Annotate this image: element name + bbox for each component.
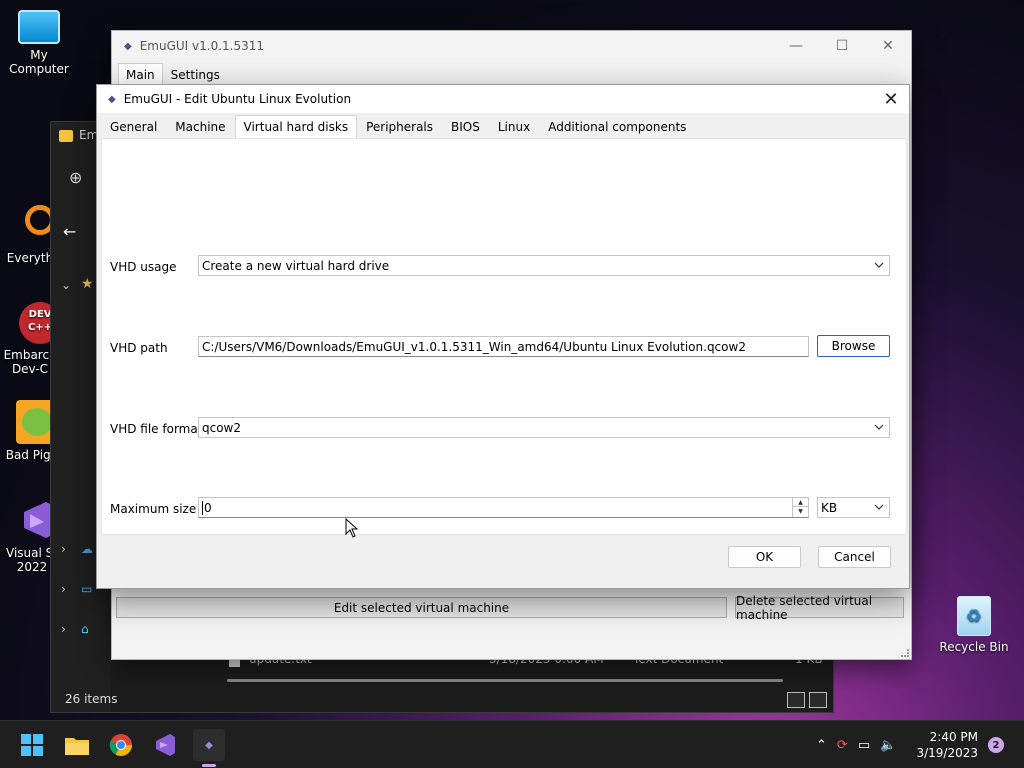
tab-virtual-hard-disks[interactable]: Virtual hard disks (234, 115, 358, 139)
dialog-tabs: General Machine Virtual hard disks Perip… (101, 115, 695, 139)
view-toggle (787, 692, 827, 708)
details-view-button[interactable] (787, 692, 805, 708)
vhd-format-value: qcow2 (202, 420, 242, 435)
main-window-title: EmuGUI v1.0.1.5311 (139, 39, 265, 53)
chevron-up-icon[interactable]: ⌃ (816, 738, 827, 753)
vhd-format-select[interactable]: qcow2 (198, 417, 890, 438)
computer-icon: ▭ (81, 582, 93, 596)
app-icon: ◆ (108, 93, 116, 105)
maximize-icon[interactable]: ☐ (819, 31, 865, 61)
edit-vm-dialog[interactable]: ◆ EmuGUI - Edit Ubuntu Linux Evolution ✕… (96, 84, 910, 589)
emugui-taskbar-icon[interactable]: ◆ (193, 729, 225, 761)
system-tray: ⌃ ⟳ ▭ 🔈 (816, 721, 896, 768)
max-size-label: Maximum size (110, 502, 197, 516)
app-icon: ◆ (124, 40, 132, 52)
chevron-right-icon[interactable]: › (61, 542, 66, 556)
active-app-indicator (202, 764, 216, 767)
spin-up-icon[interactable]: ▲ (793, 498, 808, 507)
desktop-icon-label: My Computer (9, 48, 69, 76)
notification-badge[interactable]: 2 (988, 737, 1004, 753)
desktop-icon-recycle-bin[interactable]: ♻ Recycle Bin (936, 596, 1012, 654)
monitor-icon (18, 10, 60, 44)
chevron-down-icon (874, 424, 884, 430)
folder-icon (59, 130, 73, 142)
update-icon[interactable]: ⟳ (837, 738, 848, 753)
desktop-icon-my-computer[interactable]: My Computer (1, 10, 77, 76)
new-tab-icon[interactable]: ⊕ (69, 168, 82, 187)
clock-time: 2:40 PM (929, 730, 978, 744)
max-size-input[interactable]: 0 ▲ ▼ (198, 497, 809, 518)
tab-general[interactable]: General (101, 115, 166, 139)
tab-bios[interactable]: BIOS (442, 115, 489, 139)
vhd-tab-panel: VHD usage Create a new virtual hard driv… (101, 138, 907, 538)
vhd-path-label: VHD path (110, 341, 168, 355)
volume-icon[interactable]: 🔈 (880, 738, 896, 753)
vhd-usage-select[interactable]: Create a new virtual hard drive (198, 255, 890, 276)
mouse-cursor-icon (345, 518, 359, 538)
chrome-icon[interactable] (105, 729, 137, 761)
spin-down-icon[interactable]: ▼ (793, 507, 808, 516)
back-arrow-icon[interactable]: ← (63, 222, 76, 241)
max-size-spinner[interactable]: ▲ ▼ (792, 498, 808, 517)
network-icon: ⌂ (81, 622, 89, 636)
chevron-right-icon[interactable]: › (61, 622, 66, 636)
chevron-down-icon[interactable]: ⌄ (61, 278, 71, 292)
clock-date: 3/19/2023 (916, 746, 978, 760)
tab-linux[interactable]: Linux (489, 115, 539, 139)
dialog-title: EmuGUI - Edit Ubuntu Linux Evolution (123, 92, 352, 106)
clock[interactable]: 2:40 PM 3/19/2023 (916, 729, 978, 761)
resize-grip-icon[interactable] (901, 649, 909, 657)
star-icon: ★ (81, 276, 94, 292)
delete-vm-button[interactable]: Delete selected virtual machine (735, 594, 904, 622)
vhd-path-value: C:/Users/VM6/Downloads/EmuGUI_v1.0.1.531… (202, 339, 746, 354)
network-tray-icon[interactable]: ▭ (858, 738, 870, 753)
desktop-icon-label: Recycle Bin (939, 640, 1009, 654)
item-count: 26 items (65, 692, 118, 706)
minimize-icon[interactable]: — (773, 31, 819, 61)
edit-vm-button[interactable]: Edit selected virtual machine (116, 597, 727, 618)
max-size-value: 0 (204, 500, 212, 515)
windows-start-icon[interactable] (16, 729, 48, 761)
chevron-down-icon (874, 262, 884, 268)
tiles-view-button[interactable] (809, 692, 827, 708)
tab-additional-components[interactable]: Additional components (539, 115, 695, 139)
text-caret (202, 500, 203, 515)
visual-studio-taskbar-icon[interactable] (149, 729, 181, 761)
close-icon[interactable]: ✕ (865, 31, 911, 61)
window-controls: — ☐ ✕ (773, 31, 911, 61)
ok-button[interactable]: OK (728, 546, 801, 568)
vhd-usage-label: VHD usage (110, 260, 177, 274)
taskbar: ◆ ⌃ ⟳ ▭ 🔈 2:40 PM 3/19/2023 2 (0, 720, 1024, 768)
chevron-down-icon (874, 504, 884, 510)
cloud-icon: ☁ (81, 542, 93, 556)
vhd-path-input[interactable]: C:/Users/VM6/Downloads/EmuGUI_v1.0.1.531… (198, 336, 809, 357)
size-unit-value: KB (821, 500, 838, 515)
dialog-close-icon[interactable]: ✕ (879, 87, 903, 111)
dialog-title-bar: ◆ EmuGUI - Edit Ubuntu Linux Evolution (97, 85, 909, 113)
file-explorer-icon[interactable] (61, 729, 93, 761)
vhd-format-label: VHD file format (110, 422, 203, 436)
cancel-button[interactable]: Cancel (818, 546, 891, 568)
recycle-bin-icon: ♻ (957, 596, 991, 636)
vhd-usage-value: Create a new virtual hard drive (202, 258, 390, 273)
browse-button[interactable]: Browse (817, 335, 890, 357)
tab-machine[interactable]: Machine (166, 115, 234, 139)
size-unit-select[interactable]: KB (817, 497, 890, 518)
chevron-right-icon[interactable]: › (61, 582, 66, 596)
horizontal-scrollbar[interactable] (227, 679, 783, 682)
tab-peripherals[interactable]: Peripherals (357, 115, 442, 139)
